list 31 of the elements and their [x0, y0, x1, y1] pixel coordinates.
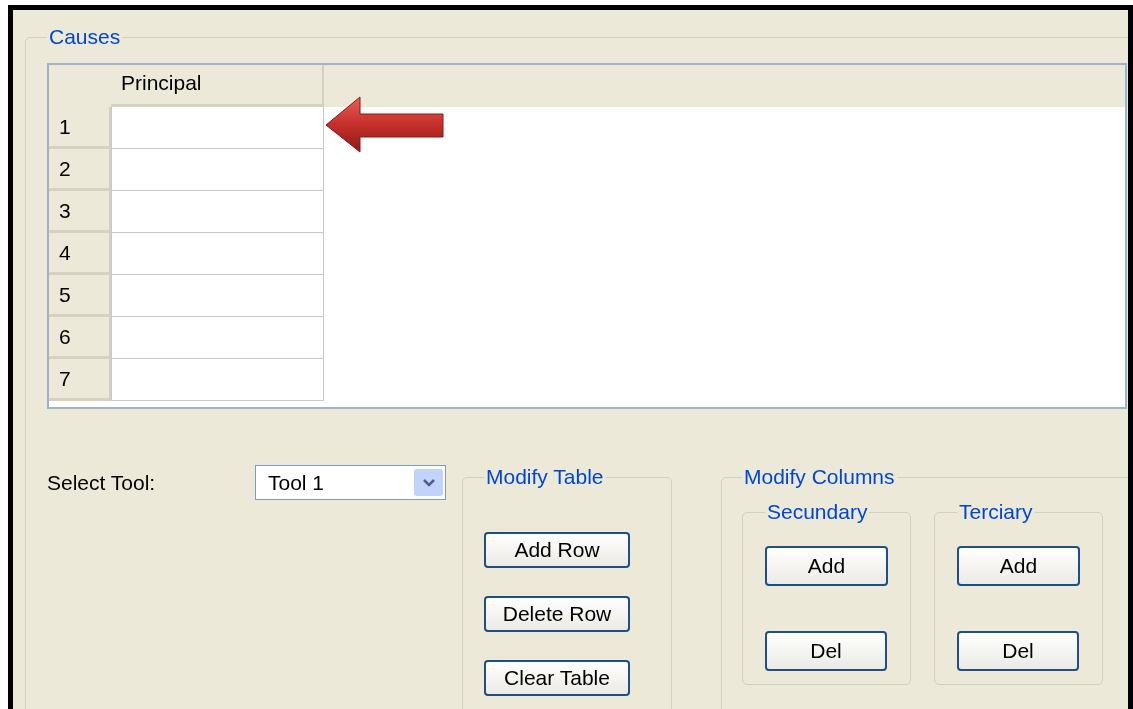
table-button[interactable]: Add Row	[484, 532, 630, 568]
group-title: Modify Columns	[743, 465, 896, 489]
row-header[interactable]: 5	[49, 275, 111, 317]
column-button[interactable]: Del	[957, 631, 1079, 671]
table-cell[interactable]	[111, 233, 324, 275]
table-cell[interactable]	[111, 317, 324, 359]
group-title: Terciary	[958, 500, 1034, 524]
row-header[interactable]: 1	[49, 107, 111, 149]
row-header[interactable]: 6	[49, 317, 111, 359]
tool-dropdown[interactable]: Tool 1	[255, 465, 446, 500]
row-header[interactable]: 7	[49, 359, 111, 401]
table-button[interactable]: Clear Table	[484, 660, 630, 696]
column-button[interactable]: Add	[765, 546, 888, 586]
table-cell[interactable]	[111, 191, 324, 233]
table-cell[interactable]	[111, 107, 324, 149]
select-tool-label: Select Tool:	[47, 470, 157, 495]
column-header[interactable]: Principal	[111, 65, 324, 107]
group-title: Secundary	[766, 500, 869, 524]
row-header[interactable]: 4	[49, 233, 111, 275]
arrow-icon	[325, 96, 445, 154]
table-cell[interactable]	[111, 275, 324, 317]
group-title: Modify Table	[485, 465, 605, 489]
table-cell[interactable]	[111, 359, 324, 401]
row-header[interactable]: 3	[49, 191, 111, 233]
row-header[interactable]: 2	[49, 149, 111, 191]
table-button[interactable]: Delete Row	[484, 596, 630, 632]
table-cell[interactable]	[111, 149, 324, 191]
group-title: Causes	[48, 25, 122, 49]
column-button[interactable]: Add	[957, 546, 1080, 586]
column-button[interactable]: Del	[765, 631, 887, 671]
dropdown-icon[interactable]	[414, 469, 443, 496]
